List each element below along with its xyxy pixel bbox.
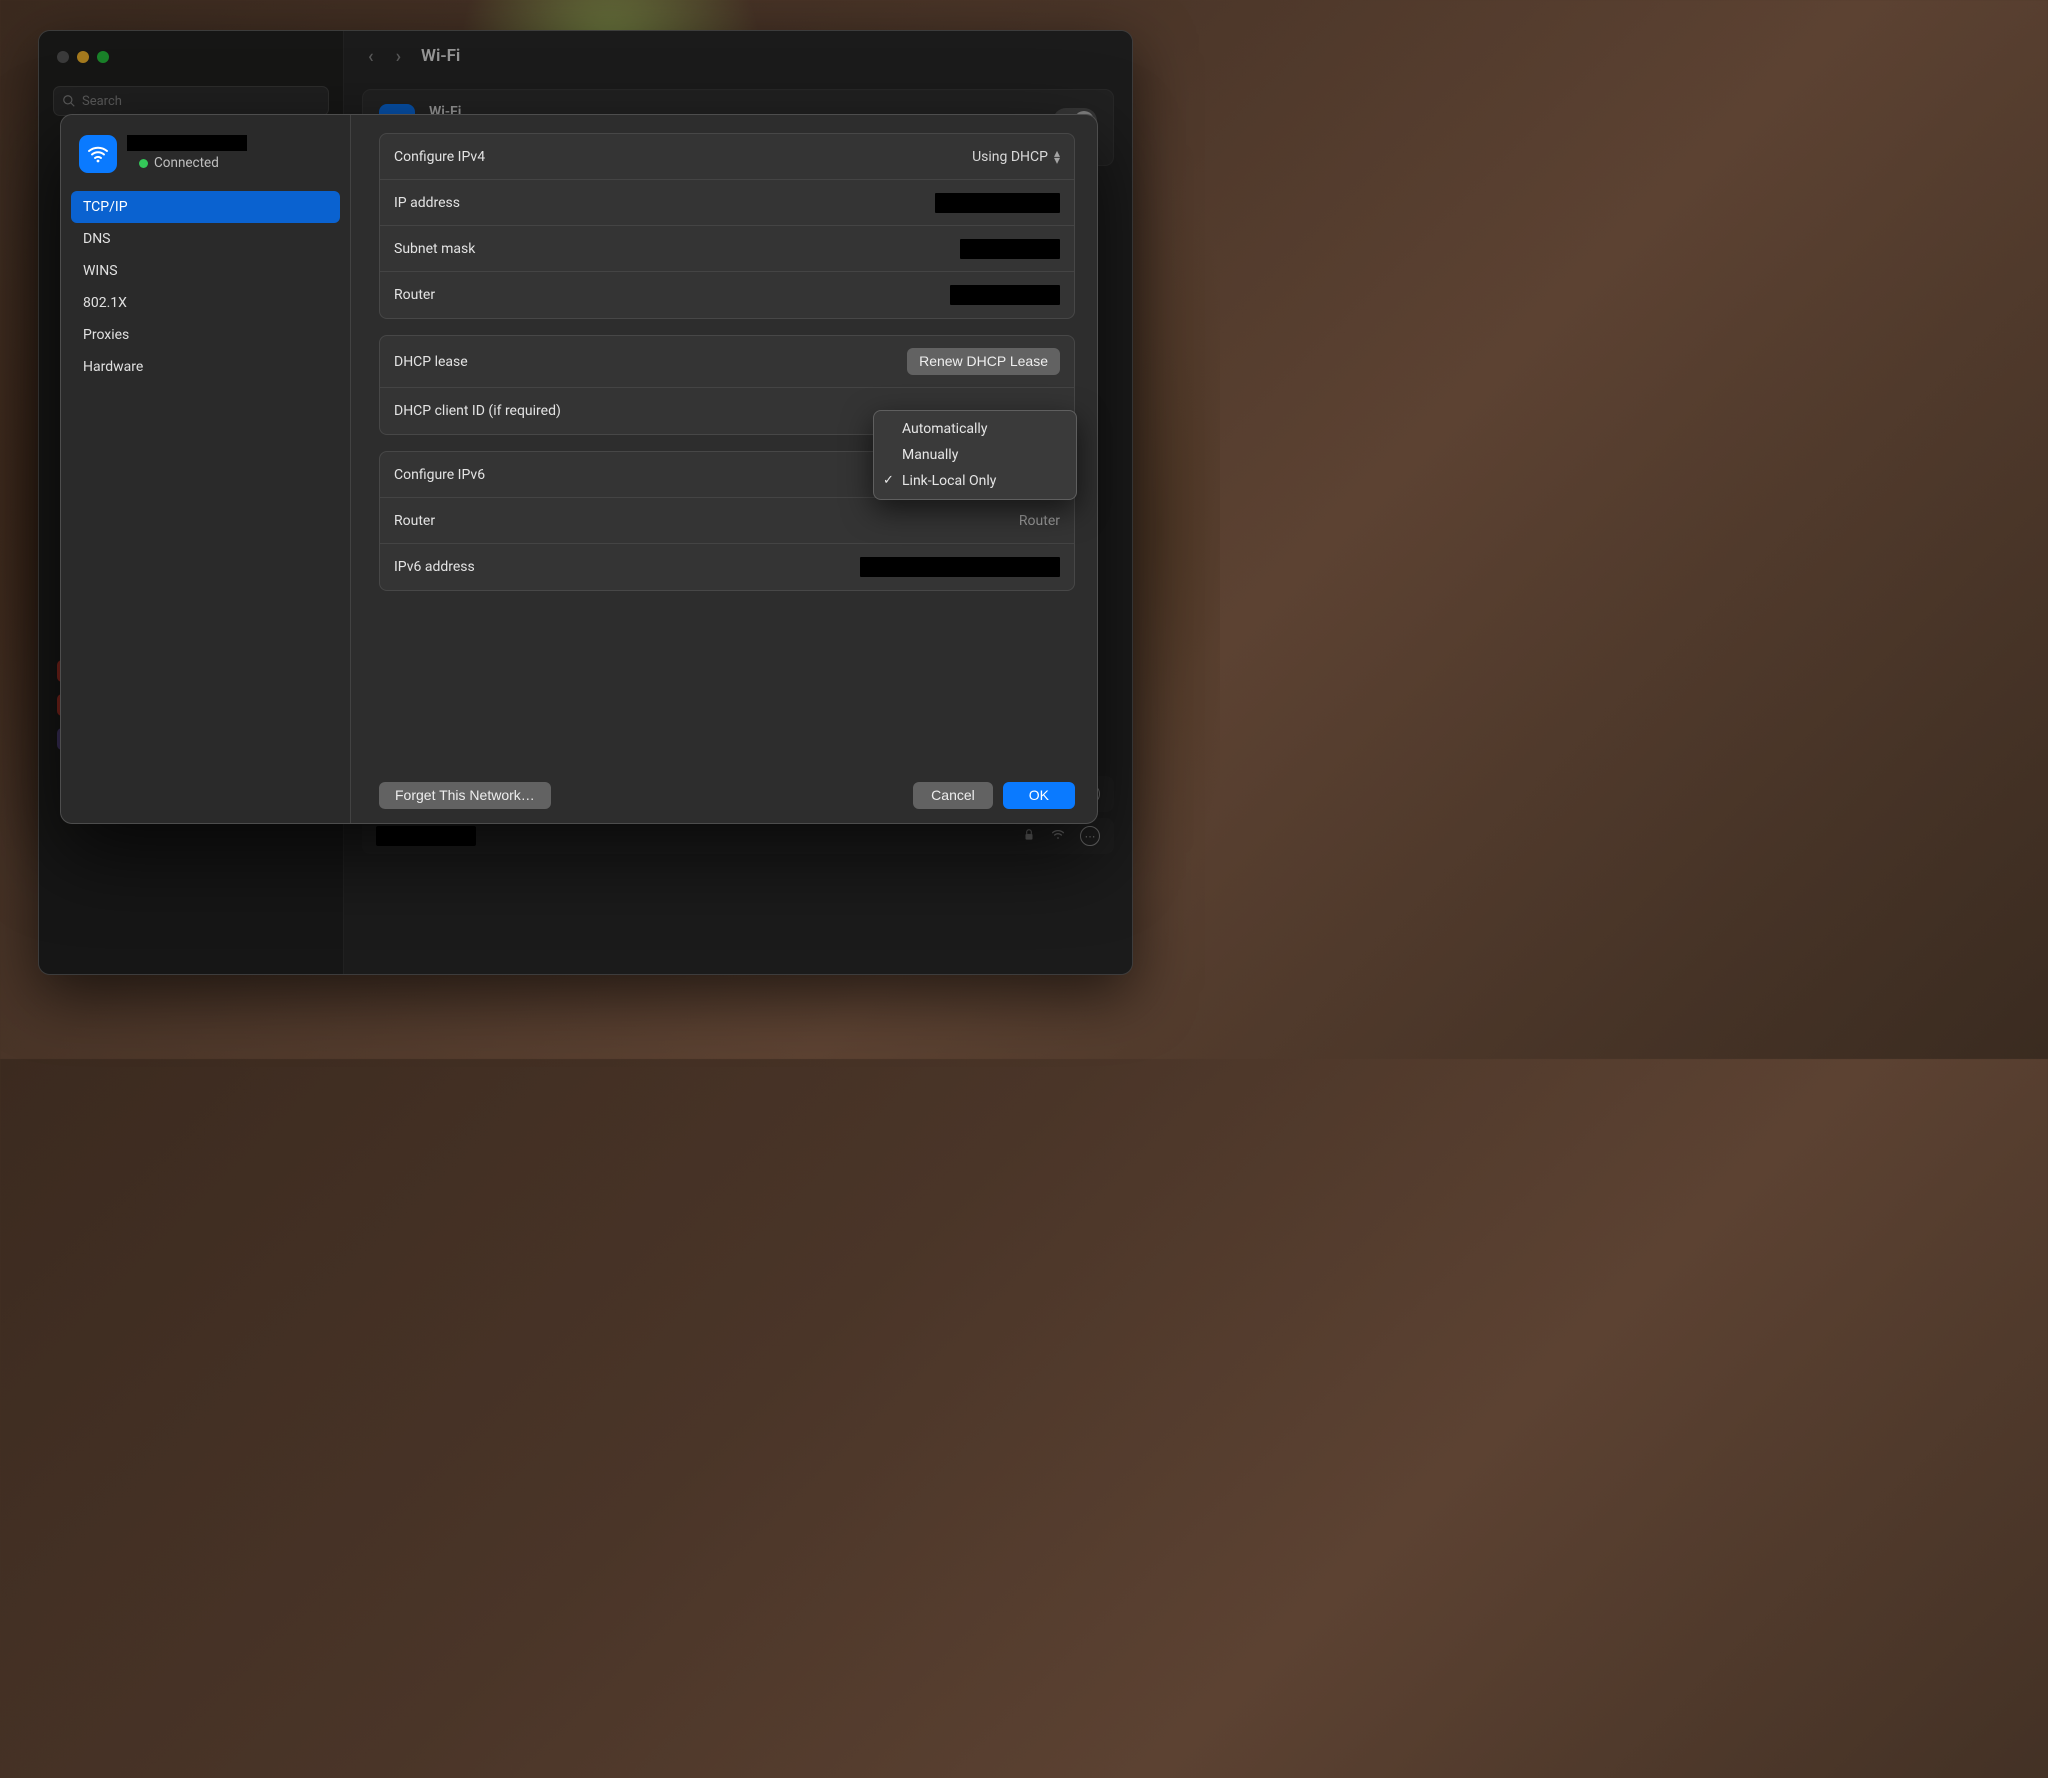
- ip-address-label: IP address: [394, 195, 460, 211]
- ipv6-option-automatically[interactable]: Automatically: [874, 416, 1076, 442]
- ipv6-option-link-local-only[interactable]: Link-Local Only: [874, 468, 1076, 494]
- forget-network-button[interactable]: Forget This Network…: [379, 782, 551, 809]
- search-input[interactable]: Search: [53, 86, 329, 116]
- ipv6-address-value-redacted: [860, 557, 1060, 577]
- network-details-sheet: Connected TCP/IP DNS WINS 802.1X Proxies…: [60, 114, 1098, 824]
- configure-ipv6-label: Configure IPv6: [394, 467, 485, 483]
- tab-hardware[interactable]: Hardware: [71, 351, 340, 383]
- cancel-button[interactable]: Cancel: [913, 782, 993, 809]
- page-title: Wi-Fi: [421, 46, 460, 66]
- chevron-up-down-icon: ▴▾: [1054, 150, 1060, 164]
- window-close-button[interactable]: [57, 51, 69, 63]
- subnet-mask-label: Subnet mask: [394, 241, 475, 257]
- configure-ipv4-label: Configure IPv4: [394, 149, 485, 165]
- ipv6-address-label: IPv6 address: [394, 559, 475, 575]
- window-zoom-button[interactable]: [97, 51, 109, 63]
- router-value-redacted: [950, 285, 1060, 305]
- subnet-mask-value-redacted: [960, 239, 1060, 259]
- ipv6-router-label: Router: [394, 513, 435, 529]
- status-dot-icon: [139, 159, 148, 168]
- ip-address-value-redacted: [935, 193, 1060, 213]
- back-button[interactable]: ‹: [366, 46, 376, 67]
- tab-proxies[interactable]: Proxies: [71, 319, 340, 351]
- sheet-sidebar: Connected TCP/IP DNS WINS 802.1X Proxies…: [61, 115, 351, 823]
- tab-tcpip[interactable]: TCP/IP: [71, 191, 340, 223]
- window-minimize-button[interactable]: [77, 51, 89, 63]
- dhcp-client-id-label: DHCP client ID (if required): [394, 403, 561, 419]
- tab-dns[interactable]: DNS: [71, 223, 340, 255]
- configure-ipv4-dropdown[interactable]: Using DHCP ▴▾: [972, 149, 1060, 165]
- search-placeholder: Search: [82, 94, 122, 109]
- ok-button[interactable]: OK: [1003, 782, 1075, 809]
- wifi-signal-icon: [1050, 826, 1066, 846]
- tab-8021x[interactable]: 802.1X: [71, 287, 340, 319]
- network-name-redacted: [376, 826, 476, 846]
- ipv6-router-placeholder[interactable]: Router: [1019, 513, 1060, 529]
- connection-status: Connected: [154, 155, 219, 171]
- ipv6-option-manually[interactable]: Manually: [874, 442, 1076, 468]
- dhcp-lease-label: DHCP lease: [394, 354, 468, 370]
- configure-ipv4-value: Using DHCP: [972, 149, 1048, 165]
- wifi-icon: [79, 135, 117, 173]
- router-label: Router: [394, 287, 435, 303]
- renew-dhcp-lease-button[interactable]: Renew DHCP Lease: [907, 348, 1060, 375]
- configure-ipv6-menu: Automatically Manually Link-Local Only: [873, 410, 1077, 500]
- network-options-button[interactable]: ⋯: [1080, 826, 1100, 846]
- sheet-content: Configure IPv4 Using DHCP ▴▾ IP address …: [351, 115, 1097, 823]
- tab-wins[interactable]: WINS: [71, 255, 340, 287]
- lock-icon: [1022, 827, 1036, 846]
- forward-button[interactable]: ›: [394, 46, 403, 67]
- network-name-redacted: [127, 135, 247, 151]
- search-icon: [62, 94, 76, 108]
